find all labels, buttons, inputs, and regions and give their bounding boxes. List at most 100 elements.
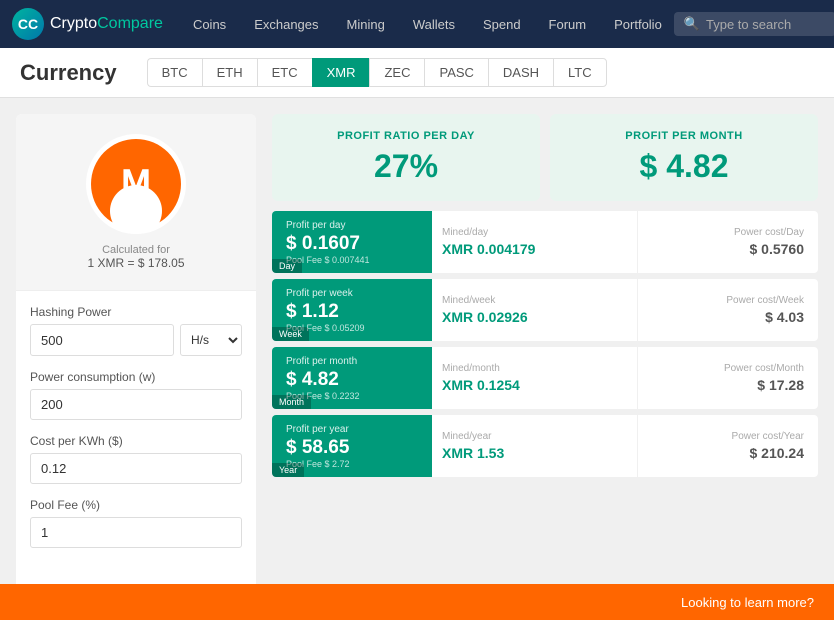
summary-cards: PROFIT RATIO PER DAY 27% PROFIT PER MONT… xyxy=(272,114,818,201)
power-consumption-label: Power consumption (w) xyxy=(30,370,242,384)
logo-text-crypto: Crypto xyxy=(50,15,97,33)
pool-fee-label: Pool Fee (%) xyxy=(30,498,242,512)
mined-label-2: Mined/month xyxy=(442,363,627,374)
row-power-1: Power cost/Week $ 4.03 xyxy=(638,279,818,341)
row-period-2: Profit per month $ 4.82 Pool Fee $ 0.223… xyxy=(272,347,432,409)
table-row: Profit per day $ 0.1607 Pool Fee $ 0.007… xyxy=(272,211,818,273)
coin-logo-area: Ɱ Calculated for 1 XMR = $ 178.05 xyxy=(16,114,256,291)
power-consumption-input[interactable] xyxy=(30,389,242,420)
monero-logo: Ɱ xyxy=(91,139,181,229)
cost-per-kwh-input[interactable] xyxy=(30,453,242,484)
row-power-3: Power cost/Year $ 210.24 xyxy=(638,415,818,477)
tab-dash[interactable]: DASH xyxy=(488,58,553,87)
nav-items: Coins Exchanges Mining Wallets Spend For… xyxy=(181,11,674,38)
tab-zec[interactable]: ZEC xyxy=(369,58,424,87)
coin-icon: Ɱ xyxy=(86,134,186,234)
page-title: Currency xyxy=(20,60,117,86)
profit-label-2: Profit per month xyxy=(286,356,422,367)
row-power-0: Power cost/Day $ 0.5760 xyxy=(638,211,818,273)
tag-badge-3: Year xyxy=(272,463,304,477)
mined-label-3: Mined/year xyxy=(442,431,627,442)
profit-value-1: $ 1.12 xyxy=(286,301,422,323)
tag-badge-0: Day xyxy=(272,259,302,273)
nav-item-mining[interactable]: Mining xyxy=(335,11,397,38)
profit-value-3: $ 58.65 xyxy=(286,437,422,459)
power-value-3: $ 210.24 xyxy=(652,445,804,461)
table-row: Profit per month $ 4.82 Pool Fee $ 0.223… xyxy=(272,347,818,409)
profit-label-1: Profit per week xyxy=(286,288,422,299)
profit-ratio-value: 27% xyxy=(292,148,520,185)
data-rows: Profit per day $ 0.1607 Pool Fee $ 0.007… xyxy=(272,211,818,477)
power-label-2: Power cost/Month xyxy=(652,363,804,374)
nav-item-spend[interactable]: Spend xyxy=(471,11,533,38)
power-value-2: $ 17.28 xyxy=(652,377,804,393)
row-period-3: Profit per year $ 58.65 Pool Fee $ 2.72 … xyxy=(272,415,432,477)
row-period-0: Profit per day $ 0.1607 Pool Fee $ 0.007… xyxy=(272,211,432,273)
logo-icon: CC xyxy=(12,8,44,40)
row-mined-1: Mined/week XMR 0.02926 xyxy=(432,279,638,341)
main-content: Ɱ Calculated for 1 XMR = $ 178.05 Hashin… xyxy=(0,98,834,620)
tab-btc[interactable]: BTC xyxy=(147,58,202,87)
navbar: CC CryptoCompare Coins Exchanges Mining … xyxy=(0,0,834,48)
profit-value-2: $ 4.82 xyxy=(286,369,422,391)
tab-etc[interactable]: ETC xyxy=(257,58,312,87)
row-period-1: Profit per week $ 1.12 Pool Fee $ 0.0520… xyxy=(272,279,432,341)
bottom-banner: Looking to learn more? xyxy=(0,584,834,620)
currency-tabs: BTC ETH ETC XMR ZEC PASC DASH LTC xyxy=(147,58,607,87)
hashing-power-group: Hashing Power H/s KH/s MH/s xyxy=(30,305,242,356)
power-label-3: Power cost/Year xyxy=(652,431,804,442)
hashing-power-row: H/s KH/s MH/s xyxy=(30,324,242,356)
profit-value-0: $ 0.1607 xyxy=(286,233,422,255)
tag-badge-2: Month xyxy=(272,395,311,409)
hashing-power-input[interactable] xyxy=(30,324,174,356)
tab-ltc[interactable]: LTC xyxy=(553,58,607,87)
profit-ratio-card: PROFIT RATIO PER DAY 27% xyxy=(272,114,540,201)
row-power-2: Power cost/Month $ 17.28 xyxy=(638,347,818,409)
profit-label-3: Profit per year xyxy=(286,424,422,435)
mined-value-3: XMR 1.53 xyxy=(442,445,627,461)
cost-per-kwh-group: Cost per KWh ($) xyxy=(30,434,242,484)
calc-for-label: Calculated for xyxy=(102,244,170,256)
bottom-banner-text: Looking to learn more? xyxy=(681,595,814,610)
calc-value: 1 XMR = $ 178.05 xyxy=(87,256,184,270)
hashing-power-label: Hashing Power xyxy=(30,305,242,319)
profit-ratio-label: PROFIT RATIO PER DAY xyxy=(292,130,520,142)
table-row: Profit per year $ 58.65 Pool Fee $ 2.72 … xyxy=(272,415,818,477)
row-mined-0: Mined/day XMR 0.004179 xyxy=(432,211,638,273)
profit-month-label: PROFIT PER MONTH xyxy=(570,130,798,142)
fee-label-0: Pool Fee $ 0.007441 xyxy=(286,255,422,265)
hashing-unit-select[interactable]: H/s KH/s MH/s xyxy=(180,324,242,356)
tag-badge-1: Week xyxy=(272,327,309,341)
mined-label-0: Mined/day xyxy=(442,227,627,238)
profit-month-value: $ 4.82 xyxy=(570,148,798,185)
nav-item-wallets[interactable]: Wallets xyxy=(401,11,467,38)
search-input[interactable] xyxy=(706,17,826,32)
nav-item-portfolio[interactable]: Portfolio xyxy=(602,11,674,38)
search-box: 🔍 xyxy=(674,12,834,36)
tab-xmr[interactable]: XMR xyxy=(312,58,370,87)
mined-value-0: XMR 0.004179 xyxy=(442,241,627,257)
monero-m-symbol: Ɱ xyxy=(120,166,151,202)
logo[interactable]: CC CryptoCompare xyxy=(12,8,163,40)
left-panel: Ɱ Calculated for 1 XMR = $ 178.05 Hashin… xyxy=(16,114,256,604)
profit-month-card: PROFIT PER MONTH $ 4.82 xyxy=(550,114,818,201)
pool-fee-input[interactable] xyxy=(30,517,242,548)
tab-eth[interactable]: ETH xyxy=(202,58,257,87)
power-consumption-group: Power consumption (w) xyxy=(30,370,242,420)
fee-label-3: Pool Fee $ 2.72 xyxy=(286,459,422,469)
nav-item-coins[interactable]: Coins xyxy=(181,11,238,38)
page-header: Currency BTC ETH ETC XMR ZEC PASC DASH L… xyxy=(0,48,834,98)
mined-value-1: XMR 0.02926 xyxy=(442,309,627,325)
pool-fee-group: Pool Fee (%) xyxy=(30,498,242,548)
nav-item-forum[interactable]: Forum xyxy=(537,11,599,38)
mined-label-1: Mined/week xyxy=(442,295,627,306)
row-mined-2: Mined/month XMR 0.1254 xyxy=(432,347,638,409)
form-area: Hashing Power H/s KH/s MH/s Power consum… xyxy=(16,291,256,576)
nav-item-exchanges[interactable]: Exchanges xyxy=(242,11,330,38)
power-label-1: Power cost/Week xyxy=(652,295,804,306)
logo-text-compare: Compare xyxy=(97,15,163,33)
tab-pasc[interactable]: PASC xyxy=(424,58,487,87)
profit-label-0: Profit per day xyxy=(286,220,422,231)
mined-value-2: XMR 0.1254 xyxy=(442,377,627,393)
table-row: Profit per week $ 1.12 Pool Fee $ 0.0520… xyxy=(272,279,818,341)
